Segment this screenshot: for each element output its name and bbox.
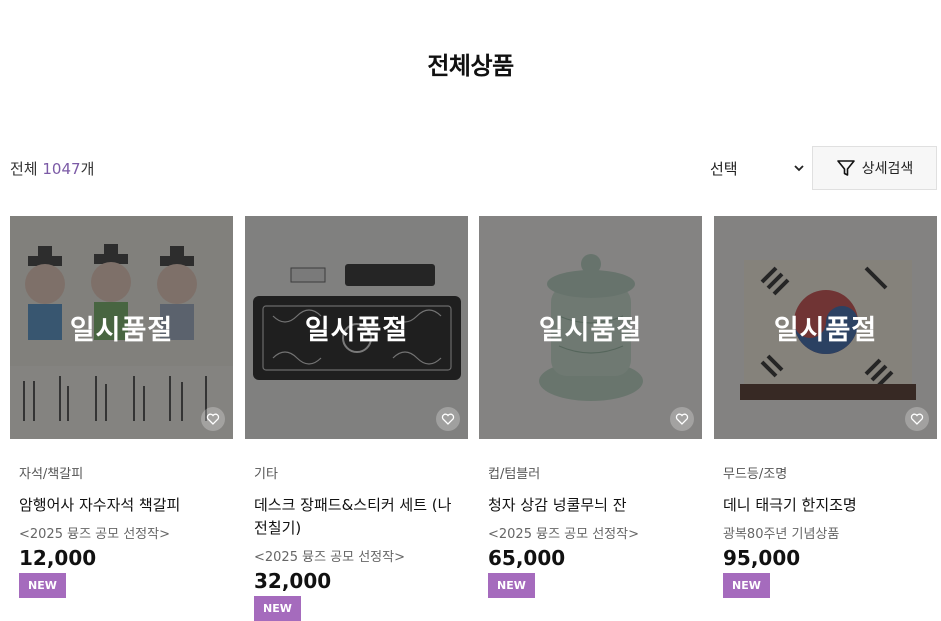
soldout-label: 일시품절 — [69, 315, 174, 346]
product-card[interactable]: 일시품절 무드등/조명 데니 태극기 한지조명 광복80주년 기념상품 95,0… — [714, 216, 937, 598]
product-price: 12,000 — [19, 546, 97, 570]
product-info: 무드등/조명 데니 태극기 한지조명 광복80주년 기념상품 95,000 NE… — [714, 463, 937, 598]
product-info: 컵/텀블러 청자 상감 넝쿨무늬 잔 <2025 뮹즈 공모 선정작> 65,0… — [479, 463, 702, 598]
product-info: 자석/책갈피 암행어사 자수자석 책갈피 <2025 뮹즈 공모 선정작> 12… — [10, 463, 233, 598]
soldout-label: 일시품절 — [538, 315, 643, 346]
wishlist-button[interactable] — [436, 407, 460, 431]
heart-icon — [910, 413, 924, 425]
product-category: 컵/텀블러 — [488, 467, 541, 482]
product-name[interactable]: 암행어사 자수자석 책갈피 — [19, 494, 224, 517]
product-card[interactable]: 일시품절 자석/책갈피 암행어사 자수자석 책갈피 <2025 뮹즈 공모 선정… — [10, 216, 233, 598]
product-price: 95,000 — [723, 546, 801, 570]
product-category: 자석/책갈피 — [19, 467, 84, 482]
product-category: 무드등/조명 — [723, 467, 788, 482]
product-image[interactable]: 일시품절 — [10, 216, 233, 439]
soldout-label: 일시품절 — [773, 315, 878, 346]
total-number: 1047 — [42, 160, 81, 178]
product-subtitle: <2025 뮹즈 공모 선정작> — [254, 550, 405, 565]
page-title: 전체상품 — [427, 52, 514, 80]
product-card[interactable]: 일시품절 컵/텀블러 청자 상감 넝쿨무늬 잔 <2025 뮹즈 공모 선정작>… — [479, 216, 702, 598]
filter-icon — [836, 160, 855, 176]
sort-select[interactable]: 선택 — [706, 154, 810, 182]
wishlist-button[interactable] — [905, 407, 929, 431]
heart-icon — [441, 413, 455, 425]
product-image[interactable]: 일시품절 — [479, 216, 702, 439]
product-name[interactable]: 청자 상감 넝쿨무늬 잔 — [488, 494, 693, 517]
new-badge: NEW — [254, 596, 301, 621]
product-price: 65,000 — [488, 546, 566, 570]
total-count: 전체 1047개 — [10, 158, 94, 179]
chevron-down-icon — [794, 165, 804, 172]
new-badge: NEW — [723, 573, 770, 598]
heart-icon — [206, 413, 220, 425]
wishlist-button[interactable] — [201, 407, 225, 431]
product-card[interactable]: 일시품절 기타 데스크 장패드&스티커 세트 (나전칠기) <2025 뮹즈 공… — [245, 216, 468, 621]
product-price: 32,000 — [254, 569, 332, 593]
product-category: 기타 — [254, 467, 278, 482]
new-badge: NEW — [19, 573, 66, 598]
product-info: 기타 데스크 장패드&스티커 세트 (나전칠기) <2025 뮹즈 공모 선정작… — [245, 463, 468, 621]
wishlist-button[interactable] — [670, 407, 694, 431]
total-suffix: 개 — [80, 160, 95, 178]
advanced-search-button[interactable]: 상세검색 — [812, 146, 937, 190]
heart-icon — [675, 413, 689, 425]
new-badge: NEW — [488, 573, 535, 598]
product-name[interactable]: 데스크 장패드&스티커 세트 (나전칠기) — [254, 494, 459, 540]
product-subtitle: 광복80주년 기념상품 — [723, 527, 840, 542]
product-image[interactable]: 일시품절 — [714, 216, 937, 439]
soldout-label: 일시품절 — [304, 315, 409, 346]
product-image[interactable]: 일시품절 — [245, 216, 468, 439]
total-prefix: 전체 — [10, 160, 43, 178]
list-toolbar: 전체 1047개 선택 상세검색 — [0, 146, 941, 190]
sort-select-value: 선택 — [710, 159, 738, 178]
advanced-search-label: 상세검색 — [861, 161, 914, 177]
product-subtitle: <2025 뮹즈 공모 선정작> — [488, 527, 639, 542]
product-subtitle: <2025 뮹즈 공모 선정작> — [19, 527, 170, 542]
product-name[interactable]: 데니 태극기 한지조명 — [723, 494, 928, 517]
